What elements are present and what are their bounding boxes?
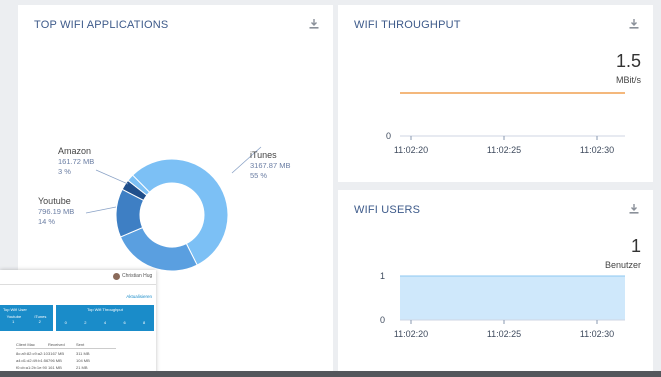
mini-panel-right: Top Wifi Throughput 0 2 4 6 8: [56, 305, 154, 331]
table-cell: 104 MB: [76, 358, 90, 363]
col-header[interactable]: Sent: [76, 342, 104, 347]
mini-table: Client Mac Received Sent 8c:a9:82:c9:a2:…: [16, 342, 116, 370]
y-tick-label: 0: [386, 131, 391, 141]
mini-panel-left: Top Wifi User Youtube iTunes 1 2: [0, 305, 53, 331]
panel-val: 1: [12, 319, 15, 324]
x-tick-label: 11:02:25: [487, 329, 521, 339]
table-row[interactable]: f0:cb:a1:2b:1e:90 161 MB 21 MB: [16, 365, 116, 370]
panel-title: Top Wifi Throughput: [87, 307, 123, 312]
table-cell: 796 MB: [48, 358, 62, 363]
table-cell: a4:d1:d2:49:b1:56: [16, 358, 49, 363]
mini-dashboard-preview[interactable]: Christian Hug Aktualisieren Top Wifi Use…: [0, 270, 156, 377]
taskbar: [0, 371, 661, 377]
panel-val: 2: [84, 320, 87, 325]
user-name[interactable]: Christian Hug: [122, 273, 152, 279]
x-tick-label: 11:02:20: [394, 329, 428, 339]
users-chart: 0 1 11:02:20 11:02:25 11:02:30: [380, 271, 625, 339]
wifi-throughput-card: WIFI THROUGHPUT 1.5 MBit/s 0 11:02:20 11:0…: [338, 5, 653, 182]
table-cell: 8c:a9:82:c9:a2:10: [16, 351, 48, 356]
x-tick-label: 11:02:30: [580, 145, 614, 155]
wifi-users-card: WIFI USERS 1 Benutzer 0 1 11:02:20 11:02:25…: [338, 190, 653, 371]
panel-val: 6: [123, 320, 126, 325]
table-row[interactable]: a4:d1:d2:49:b1:56 796 MB 104 MB: [16, 358, 116, 363]
table-cell: 21 MB: [76, 365, 88, 370]
table-cell: 311 MB: [76, 351, 90, 356]
label-youtube-size: 796.19 MB: [38, 207, 75, 216]
table-cell: f0:cb:a1:2b:1e:90: [16, 365, 47, 370]
mini-refresh-link[interactable]: Aktualisieren: [126, 294, 152, 299]
label-itunes-pct: 55 %: [250, 171, 268, 180]
label-youtube-name: Youtube: [38, 196, 71, 206]
throughput-chart: 011:02:20 11:02:25 11:02:30: [386, 92, 625, 155]
panel-val: 2: [38, 319, 41, 324]
label-amazon-size: 161.72 MB: [58, 157, 95, 166]
col-header[interactable]: Client Mac: [16, 342, 48, 347]
x-tick-label: 11:02:30: [580, 329, 614, 339]
donut-slice: [119, 226, 198, 272]
label-itunes-name: iTunes: [250, 150, 277, 160]
panel-val: 4: [103, 320, 107, 325]
series-area: [400, 276, 625, 320]
panel-title: Top Wifi User: [3, 307, 27, 312]
col-header[interactable]: Received: [48, 342, 76, 347]
user-avatar-icon[interactable]: [113, 273, 120, 280]
x-tick-label: 11:02:25: [487, 145, 521, 155]
label-amazon-pct: 3 %: [58, 167, 71, 176]
table-cell: 161 MB: [48, 365, 62, 370]
mini-header-bar: Christian Hug: [0, 270, 156, 285]
label-amazon-name: Amazon: [58, 146, 92, 156]
x-tick-label: 11:02:20: [394, 145, 428, 155]
label-itunes-size: 3167.87 MB: [250, 161, 291, 170]
panel-val: 8: [143, 320, 146, 325]
table-cell: 3167 MB: [48, 351, 65, 356]
label-youtube-pct: 14 %: [38, 217, 56, 226]
table-row[interactable]: 8c:a9:82:c9:a2:10 3167 MB 311 MB: [16, 351, 116, 356]
y-tick-label: 1: [380, 271, 385, 281]
panel-val: 0: [64, 320, 67, 325]
y-tick-label: 0: [380, 315, 385, 325]
table-header: Client Mac Received Sent: [16, 342, 116, 349]
